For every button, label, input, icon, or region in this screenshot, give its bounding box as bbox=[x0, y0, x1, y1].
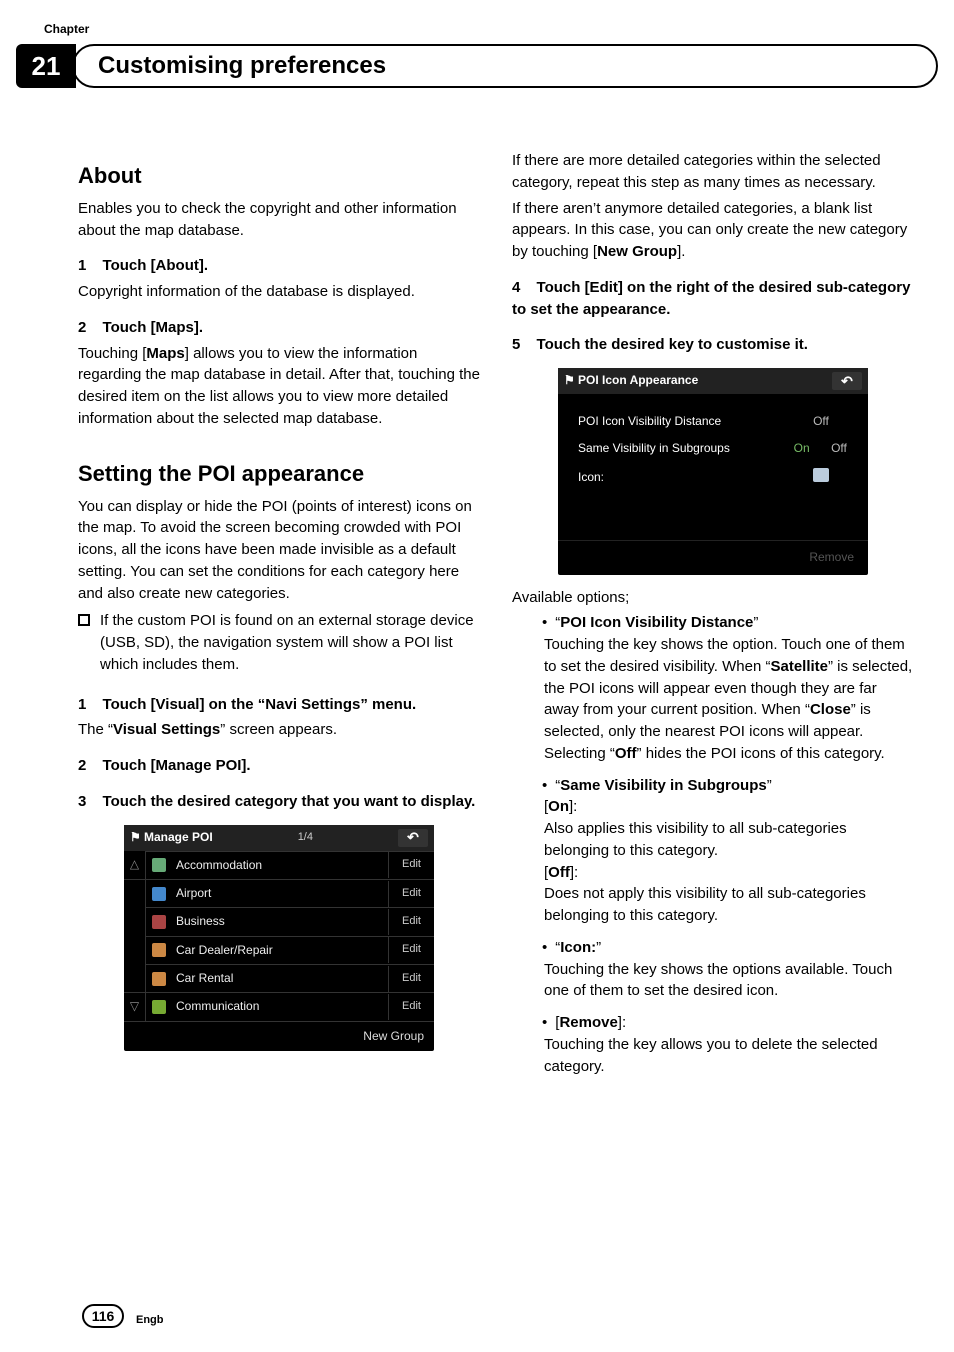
poi-step-1: 1 Touch [Visual] on the “Navi Settings” … bbox=[78, 694, 480, 716]
list-item[interactable]: Communication Edit bbox=[146, 992, 434, 1020]
about-step-2: 2 Touch [Maps]. bbox=[78, 317, 480, 339]
step-5: 5 Touch the desired key to customise it. bbox=[512, 334, 914, 356]
available-label: Available options; bbox=[512, 587, 914, 609]
poi-step-1-body: The “Visual Settings” screen appears. bbox=[78, 719, 480, 741]
about-step-1-body: Copyright information of the database is… bbox=[78, 281, 480, 303]
list-item-label: Business bbox=[172, 908, 388, 935]
icon-row[interactable]: Icon: bbox=[578, 463, 856, 492]
scroll-up-icon[interactable]: △ bbox=[124, 851, 145, 879]
edit-button[interactable]: Edit bbox=[388, 852, 434, 878]
new-group-button[interactable]: New Group bbox=[124, 1021, 434, 1051]
step-title: Touch the desired key to customise it. bbox=[537, 336, 808, 353]
list-item-label: Accommodation bbox=[172, 852, 388, 879]
note-text: If the custom POI is found on an externa… bbox=[100, 610, 480, 675]
step-number: 5 bbox=[512, 336, 520, 353]
category-icon bbox=[152, 943, 166, 957]
note-bullet: If the custom POI is found on an externa… bbox=[78, 610, 480, 679]
chapter-title-bubble: Customising preferences bbox=[72, 44, 938, 88]
shot-title: POI Icon Appearance bbox=[578, 373, 698, 387]
language-code: Engb bbox=[136, 1314, 164, 1326]
step-number: 1 bbox=[78, 696, 86, 713]
about-step-2-body: Touching [Maps] allows you to view the i… bbox=[78, 343, 480, 430]
about-body: Enables you to check the copyright and o… bbox=[78, 198, 480, 242]
poi-step-2: 2 Touch [Manage POI]. bbox=[78, 755, 480, 777]
step-number: 1 bbox=[78, 257, 86, 274]
category-icon bbox=[152, 1000, 166, 1014]
step-title: Touch [Maps]. bbox=[103, 319, 204, 336]
option-icon: “Icon:” Touching the key shows the optio… bbox=[542, 937, 914, 1002]
page-number: 116 bbox=[82, 1304, 124, 1328]
list-item[interactable]: Car Dealer/Repair Edit bbox=[146, 936, 434, 964]
list-item-label: Communication bbox=[172, 993, 388, 1020]
step-number: 2 bbox=[78, 319, 86, 336]
same-visibility-row[interactable]: Same Visibility in Subgroups On Off bbox=[578, 435, 856, 462]
poi-body: You can display or hide the POI (points … bbox=[78, 496, 480, 605]
category-icon bbox=[152, 858, 166, 872]
row-label: Icon: bbox=[578, 469, 604, 486]
step-title: Touch [Manage POI]. bbox=[103, 757, 251, 774]
edit-button[interactable]: Edit bbox=[388, 966, 434, 992]
category-icon bbox=[152, 972, 166, 986]
step-number: 4 bbox=[512, 279, 520, 296]
poi-appearance-screenshot: ⚑ POI Icon Appearance ↶ POI Icon Visibili… bbox=[558, 368, 868, 575]
edit-button[interactable]: Edit bbox=[388, 937, 434, 963]
visibility-distance-row[interactable]: POI Icon Visibility Distance Off bbox=[578, 408, 856, 435]
row-label: POI Icon Visibility Distance bbox=[578, 413, 721, 430]
option-same-visibility: “Same Visibility in Subgroups” [On]: Als… bbox=[542, 775, 914, 927]
back-icon[interactable]: ↶ bbox=[398, 829, 428, 847]
right-p2: If there aren’t anymore detailed categor… bbox=[512, 198, 914, 263]
edit-button[interactable]: Edit bbox=[388, 881, 434, 907]
flag-icon: ⚑ bbox=[130, 829, 140, 843]
remove-button[interactable]: Remove bbox=[558, 540, 868, 574]
chapter-label: Chapter bbox=[44, 22, 89, 36]
right-column: If there are more detailed categories wi… bbox=[512, 150, 914, 1087]
step-title: Touch [Visual] on the “Navi Settings” me… bbox=[103, 696, 417, 713]
shot-title: Manage POI bbox=[144, 830, 213, 844]
back-icon[interactable]: ↶ bbox=[832, 372, 862, 390]
left-column: About Enables you to check the copyright… bbox=[78, 150, 480, 1087]
square-bullet-icon bbox=[78, 614, 90, 626]
list-item[interactable]: Business Edit bbox=[146, 907, 434, 935]
step-number: 3 bbox=[78, 793, 86, 810]
list-item[interactable]: Airport Edit bbox=[146, 879, 434, 907]
poi-step-3: 3 Touch the desired category that you wa… bbox=[78, 791, 480, 813]
pager-label: 1/4 bbox=[298, 830, 313, 846]
on-label: On bbox=[785, 440, 819, 457]
edit-button[interactable]: Edit bbox=[388, 994, 434, 1020]
list-item-label: Car Rental bbox=[172, 965, 388, 992]
step-4: 4 Touch [Edit] on the right of the desir… bbox=[512, 277, 914, 321]
list-item-label: Airport bbox=[172, 880, 388, 907]
step-title: Touch [About]. bbox=[103, 257, 209, 274]
poi-heading: Setting the POI appearance bbox=[78, 458, 480, 490]
step-number: 2 bbox=[78, 757, 86, 774]
list-item-label: Car Dealer/Repair bbox=[172, 937, 388, 964]
scrollbar[interactable]: △ ▽ bbox=[124, 851, 146, 1021]
category-icon bbox=[152, 887, 166, 901]
step-title: Touch [Edit] on the right of the desired… bbox=[512, 279, 910, 318]
icon-preview bbox=[813, 468, 829, 482]
about-step-1: 1 Touch [About]. bbox=[78, 255, 480, 277]
list-item[interactable]: Car Rental Edit bbox=[146, 964, 434, 992]
right-p1: If there are more detailed categories wi… bbox=[512, 150, 914, 194]
manage-poi-screenshot: ⚑ Manage POI 1/4 ↶ △ ▽ Accommodation bbox=[124, 825, 434, 1052]
option-visibility-distance: “POI Icon Visibility Distance” Touching … bbox=[542, 612, 914, 764]
category-icon bbox=[152, 915, 166, 929]
flag-icon: ⚑ bbox=[564, 372, 574, 386]
step-title: Touch the desired category that you want… bbox=[103, 793, 476, 810]
row-label: Same Visibility in Subgroups bbox=[578, 440, 730, 457]
option-remove: [Remove]: Touching the key allows you to… bbox=[542, 1012, 914, 1077]
about-heading: About bbox=[78, 160, 480, 192]
off-label: Off bbox=[822, 440, 856, 457]
edit-button[interactable]: Edit bbox=[388, 909, 434, 935]
chapter-title: Customising preferences bbox=[98, 52, 386, 80]
scroll-down-icon[interactable]: ▽ bbox=[124, 993, 145, 1021]
row-value: Off bbox=[786, 413, 856, 430]
list-item[interactable]: Accommodation Edit bbox=[146, 851, 434, 879]
chapter-number-badge: 21 bbox=[16, 44, 76, 88]
